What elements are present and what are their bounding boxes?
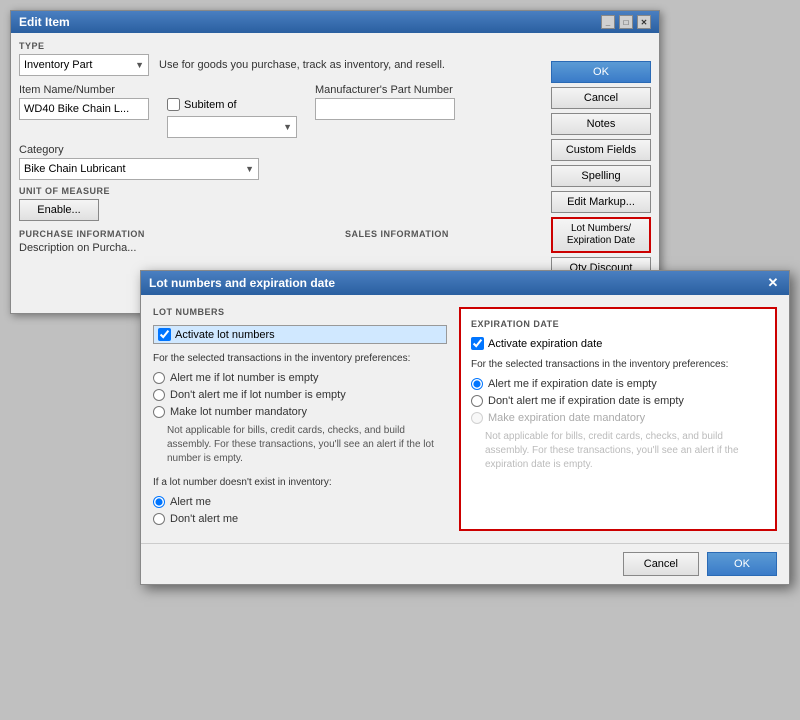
exp-radio2-label[interactable]: Don't alert me if expiration date is emp… [471, 395, 765, 407]
lot-dialog-title: Lot numbers and expiration date [149, 276, 335, 290]
lot-radio5-text: Don't alert me [170, 513, 238, 525]
edit-item-window: Edit Item _ □ ✕ TYPE Inventory Part ▼ Us… [10, 10, 660, 314]
lot-dialog-titlebar: Lot numbers and expiration date ✕ [141, 271, 789, 295]
enable-button[interactable]: Enable... [19, 199, 99, 221]
lot-radio2[interactable] [153, 389, 165, 401]
lot-radio3[interactable] [153, 406, 165, 418]
lot-numbers-section: LOT NUMBERS Activate lot numbers For the… [153, 307, 447, 531]
exp-radio1[interactable] [471, 378, 483, 390]
exp-radio1-text: Alert me if expiration date is empty [488, 378, 657, 390]
right-buttons: OK Cancel Notes Custom Fields Spelling E… [551, 61, 651, 279]
subitem-checkbox[interactable] [167, 98, 180, 111]
manufacturer-group: Manufacturer's Part Number [315, 84, 455, 120]
subitem-arrow: ▼ [283, 122, 292, 132]
item-name-label: Item Name/Number [19, 84, 149, 96]
expiration-section: EXPIRATION DATE Activate expiration date… [459, 307, 777, 531]
type-value: Inventory Part [24, 59, 92, 71]
lot-section-title: LOT NUMBERS [153, 307, 447, 317]
lot-ok-button[interactable]: OK [707, 552, 777, 576]
notes-button[interactable]: Notes [551, 113, 651, 135]
category-label: Category [19, 144, 64, 156]
manufacturer-input[interactable] [315, 98, 455, 120]
lot-radio1-text: Alert me if lot number is empty [170, 372, 319, 384]
cancel-button[interactable]: Cancel [551, 87, 651, 109]
lot-radio4-label[interactable]: Alert me [153, 496, 447, 508]
edit-markup-button[interactable]: Edit Markup... [551, 191, 651, 213]
lot-dialog-body: LOT NUMBERS Activate lot numbers For the… [141, 295, 789, 543]
lot-radio4-text: Alert me [170, 496, 211, 508]
activate-lot-label: Activate lot numbers [175, 329, 275, 341]
lot-radio4[interactable] [153, 496, 165, 508]
exp-note: Not applicable for bills, credit cards, … [485, 430, 765, 472]
ok-button[interactable]: OK [551, 61, 651, 83]
lot-exists-label: If a lot number doesn't exist in invento… [153, 476, 447, 490]
exp-prefs-text: For the selected transactions in the inv… [471, 358, 765, 372]
exp-radio3-label[interactable]: Make expiration date mandatory [471, 412, 765, 424]
maximize-btn[interactable]: □ [619, 15, 633, 29]
exp-radio2[interactable] [471, 395, 483, 407]
exp-radio3[interactable] [471, 412, 483, 424]
lot-exists-radio-group: Alert me Don't alert me [153, 496, 447, 525]
purchase-label: PURCHASE INFORMATION [19, 229, 325, 239]
titlebar-controls: _ □ ✕ [601, 15, 651, 29]
category-select[interactable]: Bike Chain Lubricant ▼ [19, 158, 259, 180]
exp-radio-group: Alert me if expiration date is empty Don… [471, 378, 765, 424]
exp-radio1-label[interactable]: Alert me if expiration date is empty [471, 378, 765, 390]
minimize-btn[interactable]: _ [601, 15, 615, 29]
lot-prefs-text: For the selected transactions in the inv… [153, 352, 447, 366]
category-value: Bike Chain Lubricant [24, 163, 126, 175]
subitem-label: Subitem of [184, 99, 237, 111]
type-arrow: ▼ [135, 60, 144, 70]
activate-exp-checkbox[interactable] [471, 337, 484, 350]
lot-radio-group: Alert me if lot number is empty Don't al… [153, 372, 447, 418]
lot-radio3-text: Make lot number mandatory [170, 406, 307, 418]
exp-radio3-text: Make expiration date mandatory [488, 412, 645, 424]
type-select[interactable]: Inventory Part ▼ [19, 54, 149, 76]
activate-exp-label: Activate expiration date [488, 338, 602, 350]
subitem-checkbox-label[interactable]: Subitem of [167, 98, 297, 111]
manufacturer-label: Manufacturer's Part Number [315, 84, 455, 96]
lot-radio2-text: Don't alert me if lot number is empty [170, 389, 346, 401]
item-name-group: Item Name/Number [19, 84, 149, 120]
subitem-select[interactable]: ▼ [167, 116, 297, 138]
activate-exp-checkbox-label[interactable]: Activate expiration date [471, 337, 765, 350]
type-section-label: TYPE [19, 41, 651, 51]
exp-radio2-text: Don't alert me if expiration date is emp… [488, 395, 684, 407]
lot-dialog: Lot numbers and expiration date ✕ LOT NU… [140, 270, 790, 585]
close-btn[interactable]: ✕ [637, 15, 651, 29]
activate-lot-checkbox[interactable] [158, 328, 171, 341]
edit-item-titlebar: Edit Item _ □ ✕ [11, 11, 659, 33]
lot-note: Not applicable for bills, credit cards, … [167, 424, 447, 466]
purchase-col: PURCHASE INFORMATION Description on Purc… [19, 229, 325, 254]
item-name-input[interactable] [19, 98, 149, 120]
lot-radio3-label[interactable]: Make lot number mandatory [153, 406, 447, 418]
spelling-button[interactable]: Spelling [551, 165, 651, 187]
purchase-desc-label: Description on Purcha... [19, 242, 136, 254]
subitem-group: Subitem of ▼ [167, 84, 297, 138]
category-arrow: ▼ [245, 164, 254, 174]
lot-radio5-label[interactable]: Don't alert me [153, 513, 447, 525]
lot-radio1[interactable] [153, 372, 165, 384]
lot-dialog-close[interactable]: ✕ [765, 275, 781, 291]
custom-fields-button[interactable]: Custom Fields [551, 139, 651, 161]
lot-radio1-label[interactable]: Alert me if lot number is empty [153, 372, 447, 384]
lot-numbers-button[interactable]: Lot Numbers/ Expiration Date [551, 217, 651, 253]
lot-radio2-label[interactable]: Don't alert me if lot number is empty [153, 389, 447, 401]
expiration-section-title: EXPIRATION DATE [471, 319, 765, 329]
activate-lot-checkbox-label[interactable]: Activate lot numbers [153, 325, 447, 344]
lot-dialog-footer: Cancel OK [141, 543, 789, 584]
edit-item-title: Edit Item [19, 15, 70, 29]
lot-radio5[interactable] [153, 513, 165, 525]
lot-cancel-button[interactable]: Cancel [623, 552, 699, 576]
